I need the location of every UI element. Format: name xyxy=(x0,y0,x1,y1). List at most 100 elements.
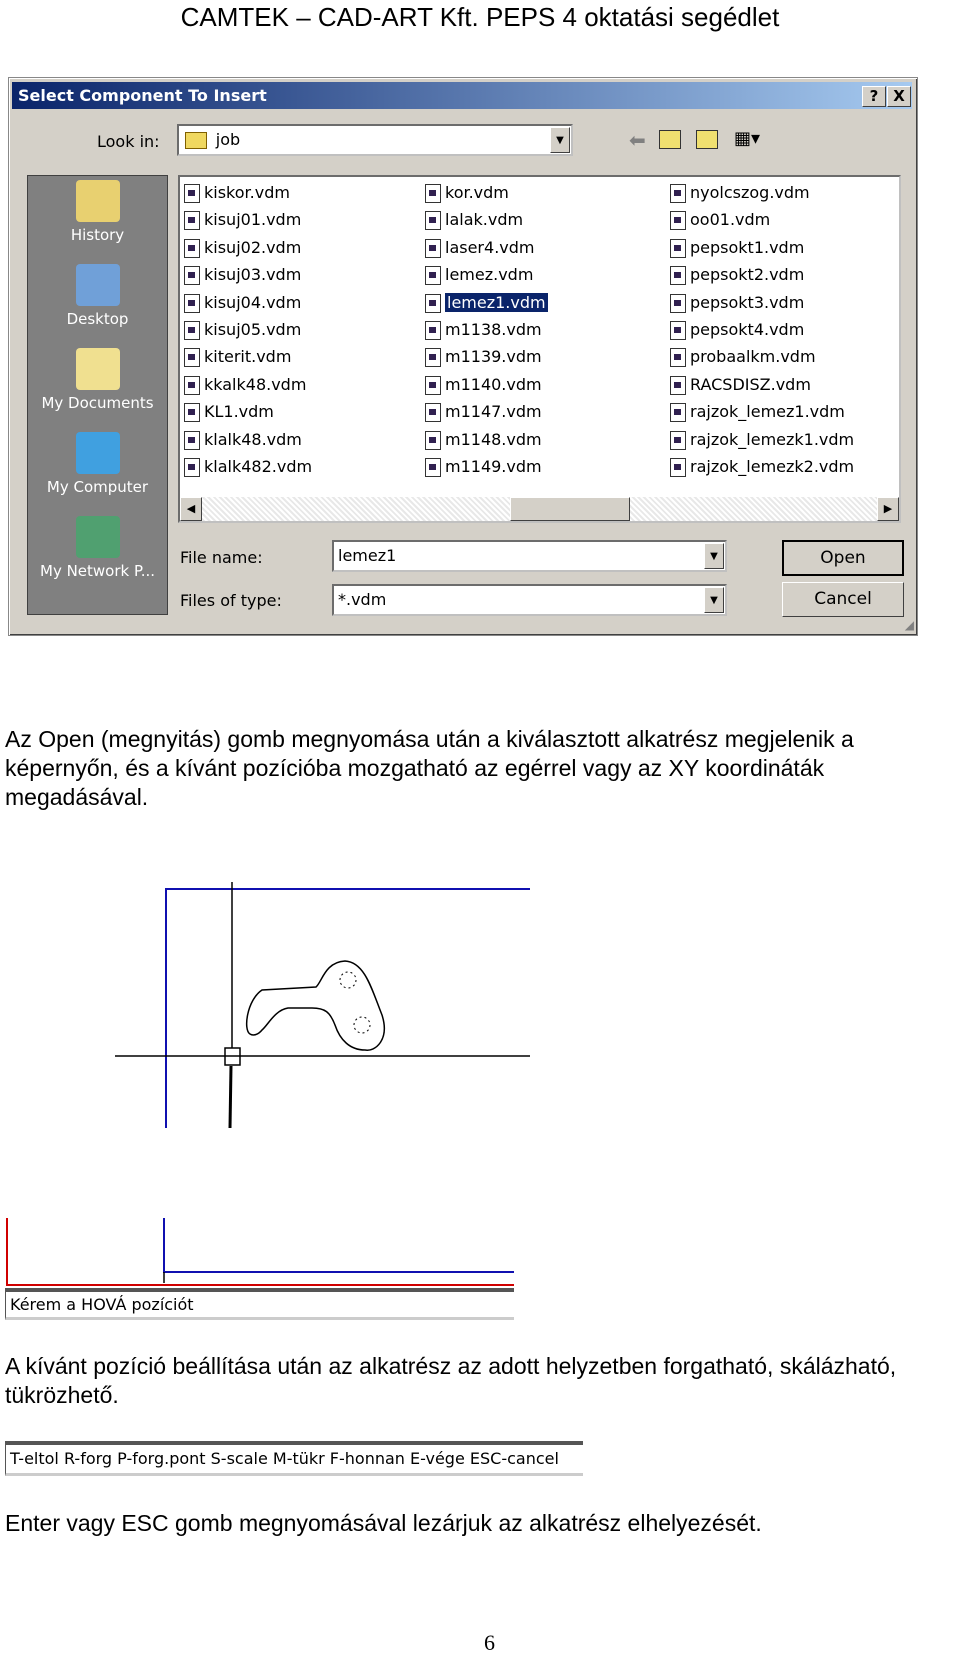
resize-grip-icon[interactable]: ◢ xyxy=(905,618,914,632)
chevron-down-icon[interactable]: ▼ xyxy=(704,543,724,569)
file-item[interactable]: rajzok_lemezk2.vdm xyxy=(670,456,854,478)
file-item[interactable]: m1148.vdm xyxy=(425,429,542,451)
file-item[interactable]: m1139.vdm xyxy=(425,346,542,368)
file-item[interactable]: probaalkm.vdm xyxy=(670,346,816,368)
file-item[interactable]: lemez1.vdm xyxy=(425,292,548,314)
file-name: pepsokt1.vdm xyxy=(690,237,805,257)
file-item[interactable]: klalk482.vdm xyxy=(184,456,312,478)
select-component-dialog: Select Component To Insert ? X Look in: … xyxy=(8,77,918,636)
file-item[interactable]: m1149.vdm xyxy=(425,456,542,478)
up-folder-icon[interactable] xyxy=(659,130,681,149)
new-folder-icon[interactable] xyxy=(696,130,718,149)
file-item[interactable]: klalk48.vdm xyxy=(184,429,302,451)
file-item[interactable]: kisuj02.vdm xyxy=(184,237,301,259)
folder-icon xyxy=(185,132,207,149)
vdm-file-icon xyxy=(425,430,441,450)
file-item[interactable]: kisuj04.vdm xyxy=(184,292,301,314)
place-history[interactable]: History xyxy=(28,180,167,244)
help-button[interactable]: ? xyxy=(862,86,886,107)
place-label: My Network P... xyxy=(40,562,155,580)
back-icon[interactable]: ⬅ xyxy=(629,128,646,152)
file-name: kkalk48.vdm xyxy=(204,374,307,394)
file-item[interactable]: KL1.vdm xyxy=(184,401,274,423)
look-in-label: Look in: xyxy=(97,132,160,151)
files-of-type-select[interactable]: *.vdm ▼ xyxy=(332,584,727,616)
component-outline xyxy=(246,960,385,1051)
file-item[interactable]: pepsokt3.vdm xyxy=(670,292,804,314)
file-name: rajzok_lemezk2.vdm xyxy=(690,457,855,476)
vdm-file-icon xyxy=(425,211,441,231)
scroll-left-icon[interactable]: ◀ xyxy=(180,497,202,521)
file-name: kisuj01.vdm xyxy=(204,210,302,230)
chevron-down-icon[interactable]: ▼ xyxy=(550,127,570,153)
file-item[interactable]: rajzok_lemezk1.vdm xyxy=(670,429,854,451)
file-name: kisuj02.vdm xyxy=(204,237,302,257)
file-item[interactable]: kisuj01.vdm xyxy=(184,209,301,231)
file-item[interactable]: kiterit.vdm xyxy=(184,346,291,368)
vdm-file-icon xyxy=(184,293,200,313)
open-button[interactable]: Open xyxy=(782,540,904,576)
file-name: kiterit.vdm xyxy=(204,347,292,367)
file-item[interactable]: rajzok_lemez1.vdm xyxy=(670,401,845,423)
file-item[interactable]: m1138.vdm xyxy=(425,319,542,341)
file-list[interactable]: kiskor.vdm kisuj01.vdm kisuj02.vdm kisuj03.… xyxy=(178,175,901,523)
place-desktop[interactable]: Desktop xyxy=(28,264,167,328)
vdm-file-icon xyxy=(670,293,686,313)
place-my-documents[interactable]: My Documents xyxy=(28,348,167,412)
file-name: kiskor.vdm xyxy=(204,183,290,202)
file-item[interactable]: lalak.vdm xyxy=(425,209,523,231)
cancel-button[interactable]: Cancel xyxy=(782,582,904,617)
vdm-file-icon xyxy=(425,348,441,368)
look-in-value: job xyxy=(215,130,241,149)
sheet-border xyxy=(165,888,530,1128)
chevron-down-icon[interactable]: ▼ xyxy=(704,587,724,613)
vdm-file-icon xyxy=(670,321,686,340)
file-name-input[interactable]: lemez1 ▼ xyxy=(332,540,727,572)
file-item[interactable]: kisuj05.vdm xyxy=(184,319,301,341)
file-item[interactable]: laser4.vdm xyxy=(425,237,534,259)
file-item[interactable]: kisuj03.vdm xyxy=(184,264,301,286)
file-name: probaalkm.vdm xyxy=(690,347,816,367)
vdm-file-icon xyxy=(184,321,200,340)
file-item[interactable]: kiskor.vdm xyxy=(184,182,290,204)
vdm-file-icon xyxy=(184,238,200,258)
close-button[interactable]: X xyxy=(887,86,911,107)
file-name-label: File name: xyxy=(180,548,263,567)
file-item[interactable]: m1140.vdm xyxy=(425,374,542,396)
file-name: pepsokt4.vdm xyxy=(690,320,805,339)
file-name: klalk482.vdm xyxy=(204,457,313,476)
file-item[interactable]: m1147.vdm xyxy=(425,401,542,423)
vdm-file-icon xyxy=(425,238,441,258)
scrollbar-thumb[interactable] xyxy=(510,497,630,521)
file-item[interactable]: pepsokt2.vdm xyxy=(670,264,804,286)
cad-screen-fragment xyxy=(6,1218,514,1286)
places-bar: History Desktop My Documents My Computer… xyxy=(27,175,168,615)
horizontal-scrollbar[interactable]: ◀ ▶ xyxy=(180,497,899,521)
file-item[interactable]: kor.vdm xyxy=(425,182,509,204)
file-item[interactable]: lemez.vdm xyxy=(425,264,533,286)
history-icon xyxy=(75,180,120,222)
desktop-icon xyxy=(75,264,120,306)
file-item[interactable]: nyolcszog.vdm xyxy=(670,182,810,204)
vdm-file-icon xyxy=(184,458,200,477)
place-my-computer[interactable]: My Computer xyxy=(28,432,167,496)
file-name: kisuj04.vdm xyxy=(204,292,302,312)
file-item[interactable]: oo01.vdm xyxy=(670,209,770,231)
file-name: m1148.vdm xyxy=(445,429,542,449)
file-item[interactable]: pepsokt4.vdm xyxy=(670,319,804,341)
vdm-file-icon xyxy=(425,184,441,203)
file-item[interactable]: kkalk48.vdm xyxy=(184,374,306,396)
file-item[interactable]: pepsokt1.vdm xyxy=(670,237,804,259)
vdm-file-icon xyxy=(670,266,686,286)
view-menu-icon[interactable]: ▦▾ xyxy=(734,128,760,149)
file-name: m1138.vdm xyxy=(445,320,542,339)
place-label: Desktop xyxy=(66,310,129,328)
look-in-select[interactable]: job ▼ xyxy=(177,124,573,156)
file-item[interactable]: RACSDISZ.vdm xyxy=(670,374,811,396)
place-my-network[interactable]: My Network P... xyxy=(28,516,167,580)
vdm-file-icon xyxy=(184,430,200,450)
file-name: m1140.vdm xyxy=(445,374,542,394)
vdm-file-icon xyxy=(184,403,200,423)
scroll-right-icon[interactable]: ▶ xyxy=(877,497,899,521)
paragraph-3: Enter vagy ESC gomb megnyomásával lezárj… xyxy=(5,1510,762,1536)
